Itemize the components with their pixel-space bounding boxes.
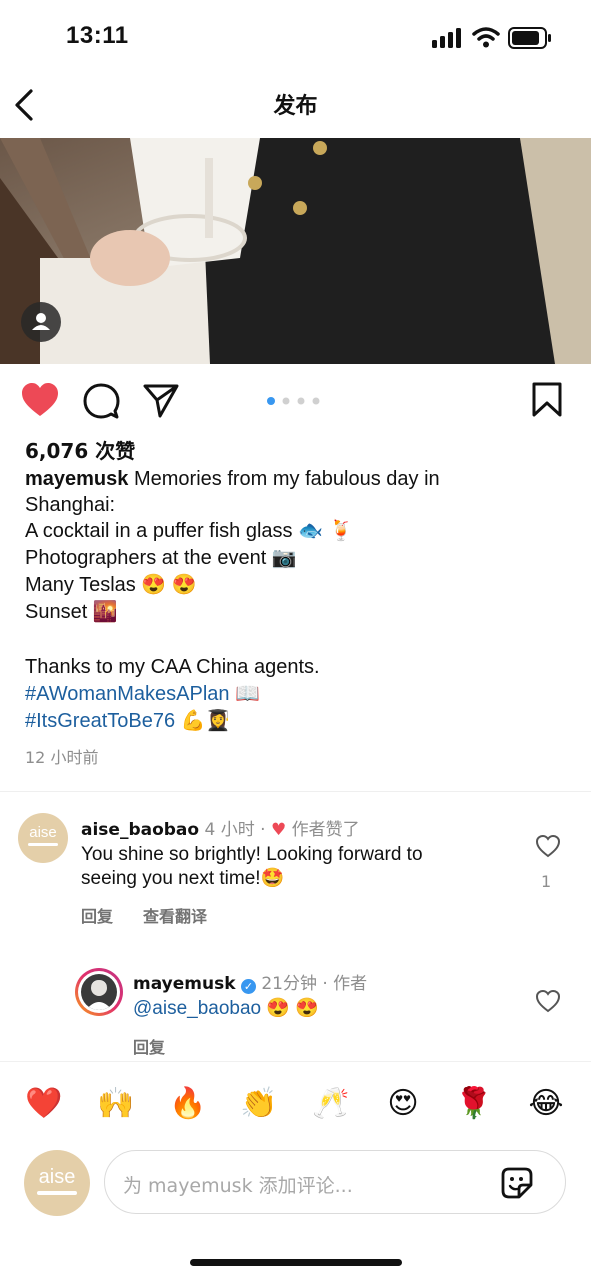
avatar[interactable] xyxy=(75,968,123,1016)
status-time: 13:11 xyxy=(66,22,129,49)
reaction-cheers[interactable]: 🥂 xyxy=(309,1084,353,1124)
caption-line-4: Photographers at the event 📷 xyxy=(25,547,297,569)
avatar[interactable]: aise xyxy=(18,813,68,863)
caption-username[interactable]: mayemusk xyxy=(25,468,128,490)
comment-like-icon[interactable] xyxy=(535,834,561,858)
verified-badge-icon: ✓ xyxy=(240,979,256,994)
comment-like-count: 1 xyxy=(541,872,552,891)
reply-button[interactable]: 回复 xyxy=(133,1034,165,1058)
mention-link[interactable]: @aise_baobao xyxy=(133,998,261,1019)
comment-icon[interactable] xyxy=(82,382,120,420)
reply-header: mayemusk ✓ 21分钟 · 作者 xyxy=(133,969,367,994)
likes-count[interactable]: 6,076 次赞 xyxy=(25,435,135,464)
post-time: 12 小时前 xyxy=(25,748,99,767)
caption-line-3: A cocktail in a puffer fish glass 🐟 🍹 xyxy=(25,520,354,542)
comment-header: aise_baobao 4 小时 · ♥ 作者赞了 xyxy=(81,820,360,840)
sticker-icon[interactable] xyxy=(499,1165,535,1201)
comment-input[interactable]: 为 mayemusk 添加评论... xyxy=(104,1150,566,1214)
post-photo[interactable] xyxy=(0,138,591,364)
like-heart-icon[interactable] xyxy=(20,382,60,418)
comment-text-line: seeing you next time!🤩 xyxy=(81,868,285,889)
wifi-icon xyxy=(472,26,500,48)
comment-time: 21分钟 · 作者 xyxy=(261,974,368,994)
reaction-clap[interactable]: 👏 xyxy=(237,1084,281,1124)
tagged-people-icon[interactable] xyxy=(21,302,61,342)
bookmark-icon[interactable] xyxy=(531,382,563,418)
reaction-rose[interactable]: 🌹 xyxy=(452,1084,496,1124)
reply-text: 😍 😍 xyxy=(266,998,319,1019)
caption-line-7: Thanks to my CAA China agents. xyxy=(25,656,320,678)
reply-button[interactable]: 回复 xyxy=(81,903,113,927)
caption-text: Memories from my fabulous day in xyxy=(133,468,440,490)
author-liked-label: 作者赞了 xyxy=(291,820,360,840)
divider xyxy=(0,791,591,792)
translate-button[interactable]: 查看翻译 xyxy=(143,903,207,927)
share-icon[interactable] xyxy=(142,383,180,419)
reaction-heart[interactable]: ❤️ xyxy=(22,1084,66,1124)
hashtag-link[interactable]: #ItsGreatToBe76 💪👩‍🎓 xyxy=(25,708,230,735)
reaction-raising-hands[interactable]: 🙌 xyxy=(94,1084,138,1124)
comment-input-placeholder: 为 mayemusk 添加评论... xyxy=(123,1175,353,1197)
avatar-logo-text: aise xyxy=(29,824,57,841)
comment-username[interactable]: mayemusk xyxy=(133,974,236,994)
composer-avatar: aise xyxy=(24,1150,90,1216)
author-liked-heart-icon: ♥ xyxy=(270,820,287,840)
hashtag-link[interactable]: #AWomanMakesAPlan 📖 xyxy=(25,681,260,708)
reaction-heart-eyes[interactable]: 😍 xyxy=(381,1084,425,1124)
caption-line-5: Many Teslas 😍 😍 xyxy=(25,574,197,596)
avatar-logo-text: aise xyxy=(38,1166,76,1188)
comment-like-icon[interactable] xyxy=(535,989,561,1013)
battery-icon xyxy=(508,27,552,49)
signal-icon xyxy=(432,28,464,48)
comment-text-line: @aise_baobao 😍 😍 xyxy=(133,996,319,1022)
caption-line-1: mayemusk Memories from my fabulous day i… xyxy=(25,466,440,493)
comment-username[interactable]: aise_baobao xyxy=(81,820,199,840)
comment-text-line: You shine so brightly! Looking forward t… xyxy=(81,844,423,865)
reaction-laugh[interactable]: 😂 xyxy=(524,1084,568,1124)
carousel-dots xyxy=(266,391,326,405)
caption-line-2: Shanghai: xyxy=(25,494,116,516)
reaction-fire[interactable]: 🔥 xyxy=(166,1084,210,1124)
page-title: 发布 xyxy=(273,94,318,119)
home-indicator xyxy=(190,1259,402,1266)
caption-line-6: Sunset 🌇 xyxy=(25,601,118,623)
comment-time: 4 小时 xyxy=(204,820,255,840)
